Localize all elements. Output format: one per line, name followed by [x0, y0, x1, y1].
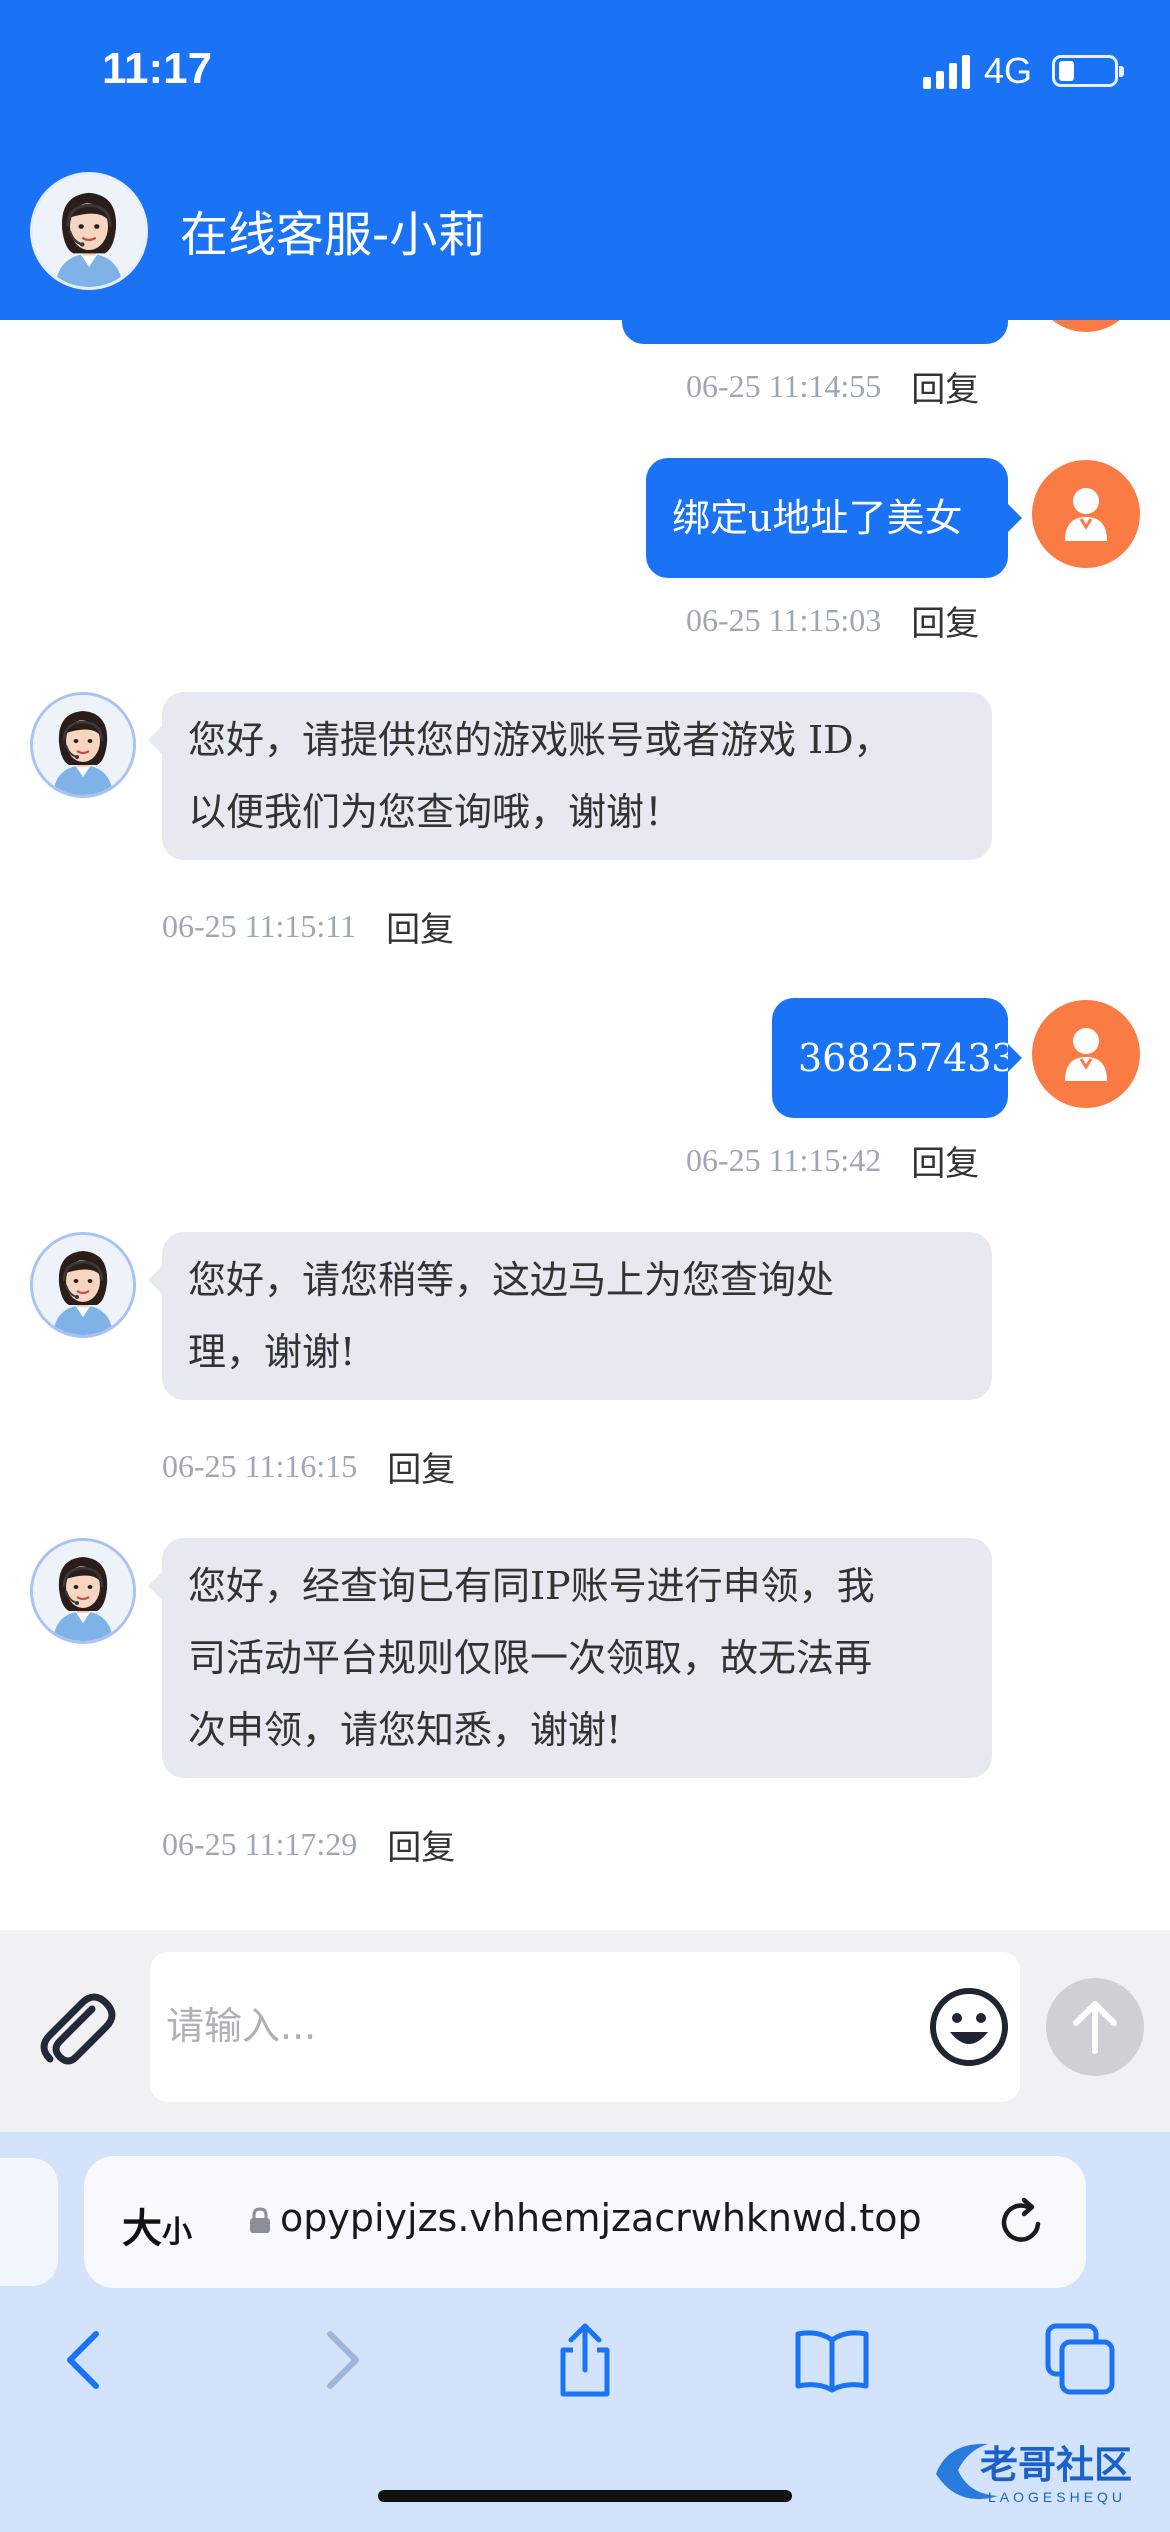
message-time: 06-25 11:15:42: [686, 1142, 882, 1178]
paperclip-icon[interactable]: [30, 1985, 120, 2075]
reply-link[interactable]: 回复: [911, 596, 979, 645]
message-line: 以便我们为您查询哦，谢谢！: [188, 790, 683, 834]
reload-icon[interactable]: [994, 2194, 1050, 2250]
message-bubble-agent: 您好，经查询已有同IP账号进行申领，我 司活动平台规则仅限一次领取，故无法再 次…: [148, 1538, 992, 1778]
message-meta: 06-25 11:16:15 回复: [162, 1442, 455, 1491]
tabs-icon[interactable]: [1040, 2320, 1120, 2400]
message-time: 06-25 11:15:03: [686, 602, 882, 638]
message-input[interactable]: [166, 1988, 866, 2064]
status-time: 11:17: [102, 44, 213, 93]
user-icon: [1065, 488, 1107, 541]
svg-text:LAOGESHEQU: LAOGESHEQU: [988, 2489, 1126, 2505]
watermark-logo: 老哥社区 LAOGESHEQU: [928, 2430, 1158, 2510]
message-time: 06-25 11:16:15: [162, 1448, 358, 1484]
message-time: 06-25 11:17:29: [162, 1826, 358, 1862]
message-line: 司活动平台规则仅限一次领取，故无法再: [188, 1636, 873, 1680]
reply-link[interactable]: 回复: [911, 362, 979, 411]
user-avatar: [1032, 1000, 1140, 1108]
network-type: 4G: [983, 50, 1032, 91]
user-avatar: [1032, 460, 1140, 568]
message-line: 您好，请您稍等，这边马上为您查询处: [188, 1258, 835, 1302]
emoji-icon[interactable]: [924, 1982, 1014, 2072]
send-arrow-icon: [1073, 2001, 1117, 2054]
reply-link[interactable]: 回复: [387, 1820, 455, 1869]
home-indicator: [378, 2490, 792, 2502]
url-text: opypiyjzs.vhhemjzacrwhknwd.top: [280, 2196, 922, 2240]
chat-title: 在线客服-小莉: [180, 207, 486, 263]
user-icon: [1065, 1028, 1107, 1081]
message-time: 06-25 11:15:11: [162, 908, 357, 944]
address-bar[interactable]: 大小 opypiyjzs.vhhemjzacrwhknwd.top: [84, 2156, 1086, 2288]
agent-avatar: [30, 172, 148, 290]
reply-link[interactable]: 回复: [911, 1136, 979, 1185]
chat-header: 11:17 4G 在线客服-小莉: [0, 0, 1170, 320]
message-line: 您好，经查询已有同IP账号进行申领，我: [188, 1564, 875, 1608]
message-line: 理，谢谢!: [188, 1330, 356, 1374]
message-meta: 06-25 11:14:55 回复: [686, 362, 979, 411]
previous-tab-preview[interactable]: [0, 2158, 58, 2286]
message-bubble-user: 368257433: [772, 998, 1022, 1118]
agent-avatar: [30, 692, 136, 798]
message-text: 368257433: [798, 1036, 1016, 1080]
message-meta: 06-25 11:17:29 回复: [162, 1820, 455, 1869]
bookmarks-icon[interactable]: [792, 2320, 872, 2400]
forward-icon[interactable]: [300, 2320, 380, 2400]
status-indicators: 4G: [922, 50, 1124, 92]
back-icon[interactable]: [46, 2320, 126, 2400]
message-bubble-agent: 您好，请提供您的游戏账号或者游戏 ID， 以便我们为您查询哦，谢谢！: [148, 692, 992, 860]
message-line: 次申领，请您知悉，谢谢!: [188, 1708, 622, 1752]
message-bubble-user: 绑定u地址了美女: [646, 458, 1022, 578]
message-line: 您好，请提供您的游戏账号或者游戏 ID，: [188, 718, 892, 762]
signal-icon: [922, 53, 970, 89]
message-meta: 06-25 11:15:42 回复: [686, 1136, 979, 1185]
battery-icon: [1052, 55, 1124, 87]
message-text: 绑定u地址了美女: [672, 496, 963, 540]
message-time: 06-25 11:14:55: [686, 368, 882, 404]
svg-text:老哥社区: 老哥社区: [980, 2443, 1132, 2487]
message-meta: 06-25 11:15:03 回复: [686, 596, 979, 645]
message-meta: 06-25 11:15:11 回复: [162, 902, 454, 951]
send-button[interactable]: [1046, 1978, 1144, 2076]
agent-avatar: [30, 1232, 136, 1338]
text-size-button[interactable]: 大小: [122, 2196, 192, 2254]
reply-link[interactable]: 回复: [386, 902, 454, 951]
reply-link[interactable]: 回复: [387, 1442, 455, 1491]
lock-icon: [250, 2207, 270, 2233]
message-input-box: [150, 1952, 1020, 2102]
agent-avatar: [30, 1538, 136, 1644]
message-composer: [0, 1930, 1170, 2132]
share-icon[interactable]: [545, 2320, 625, 2400]
message-bubble-agent: 您好，请您稍等，这边马上为您查询处 理，谢谢!: [148, 1232, 992, 1400]
